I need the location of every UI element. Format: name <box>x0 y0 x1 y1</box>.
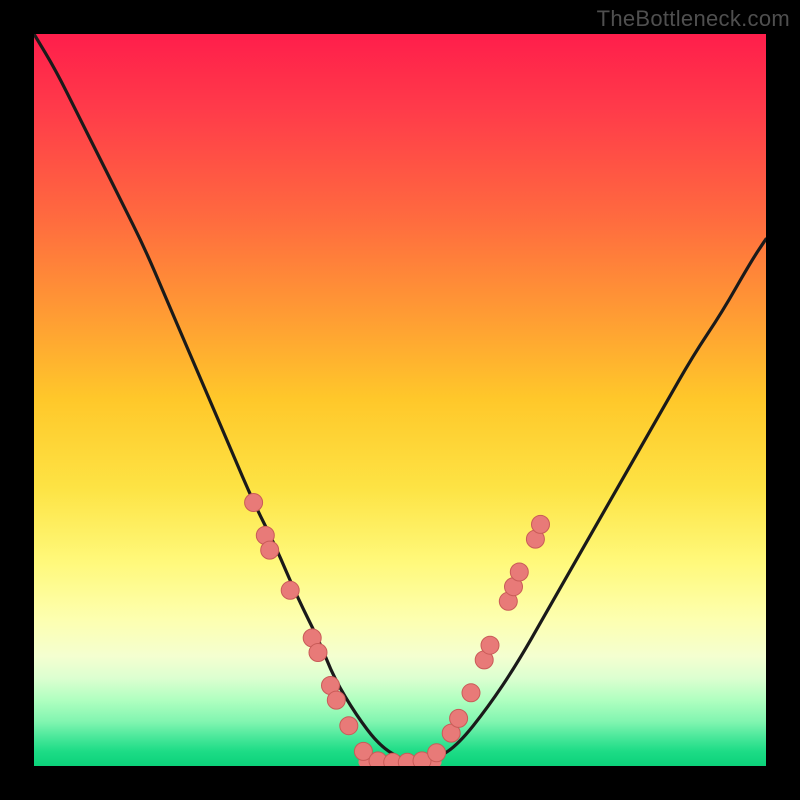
curve-dots-group <box>245 494 550 767</box>
curve-dot <box>481 636 499 654</box>
curve-dot <box>261 541 279 559</box>
plot-area <box>34 34 766 766</box>
curve-dot <box>428 744 446 762</box>
curve-dot <box>245 494 263 512</box>
bottleneck-curve <box>34 34 766 764</box>
curve-dot <box>450 709 468 727</box>
curve-dot <box>462 684 480 702</box>
curve-dot <box>340 717 358 735</box>
curve-dot <box>309 644 327 662</box>
curve-dot <box>510 563 528 581</box>
watermark-text: TheBottleneck.com <box>597 6 790 32</box>
curve-dot <box>281 581 299 599</box>
curve-layer <box>34 34 766 766</box>
curve-dot <box>532 515 550 533</box>
chart-stage: TheBottleneck.com <box>0 0 800 800</box>
curve-dot <box>327 691 345 709</box>
